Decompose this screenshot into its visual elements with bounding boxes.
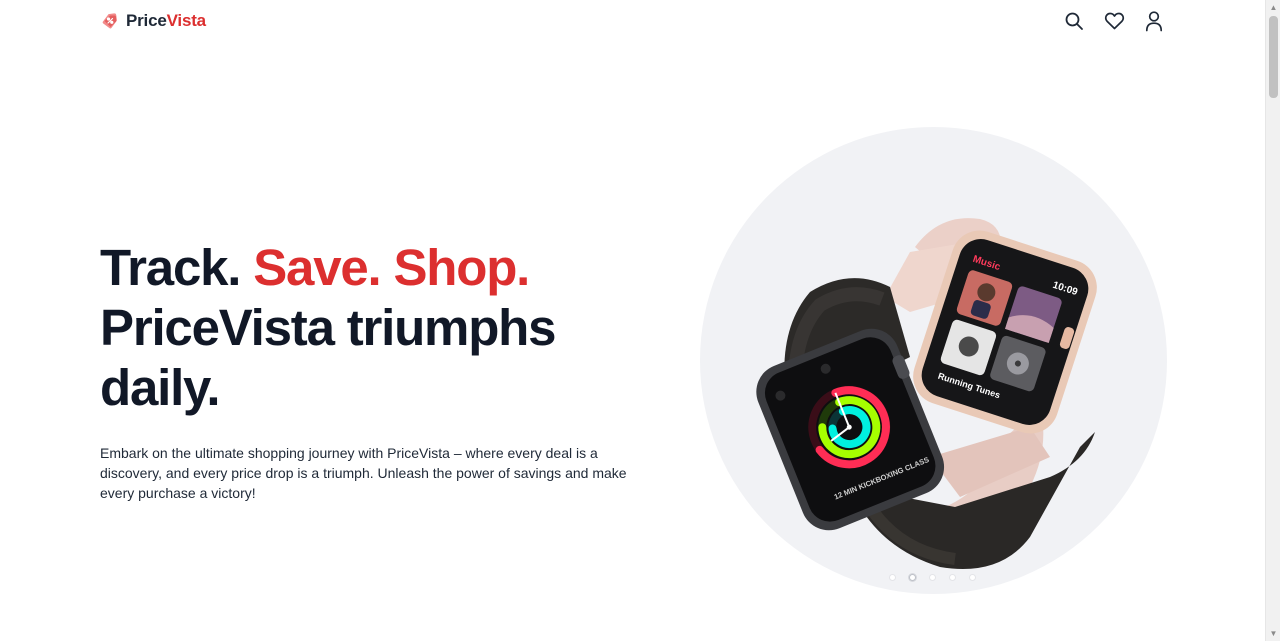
page-scrollbar[interactable]: ▲ ▼ — [1265, 0, 1280, 641]
apple-watch-image: Music 10:09 Running Tunes 12 MIN KICKBOX… — [756, 218, 1097, 569]
account-button[interactable] — [1143, 10, 1165, 32]
scrollbar-thumb[interactable] — [1269, 16, 1278, 98]
hero-description: Embark on the ultimate shopping journey … — [100, 445, 627, 501]
headline-part1: Track. — [100, 239, 241, 296]
search-button[interactable] — [1063, 10, 1085, 32]
carousel-dot-3[interactable] — [929, 574, 936, 581]
carousel-pagination — [889, 574, 976, 581]
price-tag-icon — [102, 13, 118, 29]
headline-accent: Save. Shop. — [253, 239, 530, 296]
brand-name-part2: Vista — [166, 11, 207, 30]
carousel-dot-2[interactable] — [909, 574, 916, 581]
user-icon — [1145, 11, 1163, 32]
scroll-down-arrow-icon[interactable]: ▼ — [1266, 626, 1280, 641]
hero-text: Track. Save. Shop. PriceVista triumphs d… — [100, 238, 660, 503]
wishlist-button[interactable] — [1103, 10, 1125, 32]
headline-line3: daily. — [100, 359, 221, 416]
carousel-dot-1[interactable] — [889, 574, 896, 581]
headline-line2: PriceVista triumphs — [100, 299, 556, 356]
brand-logo[interactable]: PriceVista — [100, 11, 206, 31]
header-actions — [1063, 10, 1165, 32]
brand-name-part1: Price — [126, 11, 167, 30]
hero-headline: Track. Save. Shop. PriceVista triumphs d… — [100, 238, 660, 418]
carousel-dot-4[interactable] — [949, 574, 956, 581]
brand-name: PriceVista — [126, 11, 206, 31]
carousel-dot-5[interactable] — [969, 574, 976, 581]
site-header: PriceVista — [100, 0, 1165, 42]
search-icon — [1065, 12, 1083, 30]
hero-image-backdrop: Music 10:09 Running Tunes 12 MIN KICKBOX… — [700, 127, 1167, 594]
heart-icon — [1104, 12, 1124, 30]
scroll-up-arrow-icon[interactable]: ▲ — [1266, 0, 1280, 15]
page: PriceVista Track. Save. Shop. PriceVista… — [0, 0, 1265, 641]
